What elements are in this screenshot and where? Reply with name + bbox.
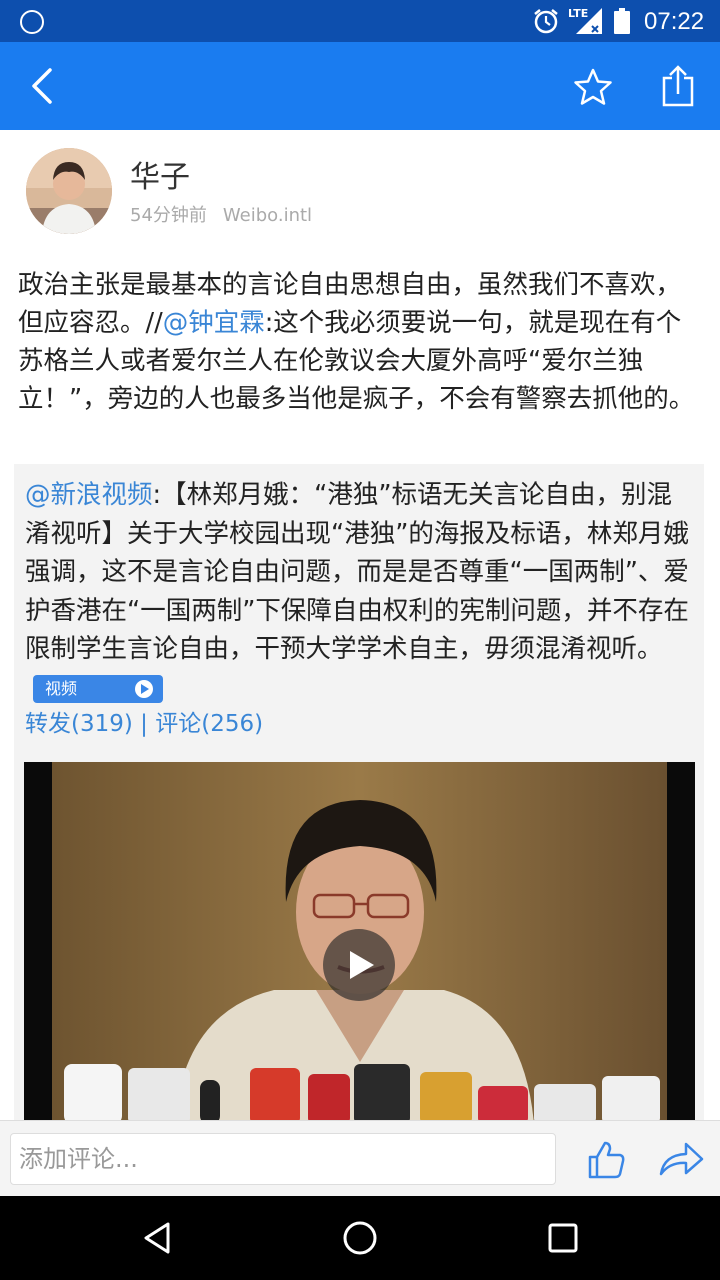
stats-separator: | xyxy=(132,711,156,737)
comment-input[interactable] xyxy=(10,1133,556,1185)
quoted-mention-link[interactable]: @新浪视频 xyxy=(25,480,153,510)
share-icon[interactable] xyxy=(660,64,696,108)
post-text: 政治主张是最基本的言论自由思想自由，虽然我们不喜欢，但应容忍。//@钟宜霖:这个… xyxy=(18,266,698,418)
status-time: 07:22 xyxy=(644,8,705,35)
comment-count-link[interactable]: 评论(256) xyxy=(155,711,263,737)
post-meta: 54分钟前 Weibo.intl xyxy=(130,201,312,227)
battery-icon xyxy=(614,8,630,34)
nav-recents-icon[interactable] xyxy=(545,1220,581,1256)
forward-icon[interactable] xyxy=(658,1141,704,1177)
user-name[interactable]: 华子 xyxy=(130,152,190,196)
nav-back-icon[interactable] xyxy=(140,1220,176,1256)
back-icon[interactable] xyxy=(26,66,58,106)
post-time: 54分钟前 xyxy=(130,205,207,226)
star-icon[interactable] xyxy=(573,67,613,107)
video-link-button[interactable]: 视频 xyxy=(33,674,163,703)
screen: LTE 07:22 华子 54分钟前 Weibo.intl 政治主张是最基本的言… xyxy=(0,0,720,1280)
mention-link[interactable]: @钟宜霖 xyxy=(163,308,265,338)
app-bar xyxy=(0,42,720,130)
quoted-post[interactable]: @新浪视频:【林郑月娥：“港独”标语无关言论自由，别混淆视听】关于大学校园出现“… xyxy=(14,464,704,1120)
like-icon[interactable] xyxy=(586,1139,626,1179)
quoted-text: @新浪视频:【林郑月娥：“港独”标语无关言论自由，别混淆视听】关于大学校园出现“… xyxy=(25,476,697,707)
notification-circle-icon xyxy=(20,10,44,34)
avatar[interactable] xyxy=(26,148,112,234)
status-bar: LTE 07:22 xyxy=(0,0,720,42)
system-nav-bar xyxy=(0,1196,720,1280)
quoted-stats: 转发(319) | 评论(256) xyxy=(25,704,263,738)
repost-count-link[interactable]: 转发(319) xyxy=(25,711,133,737)
network-type-label: LTE xyxy=(568,7,589,20)
post-detail: 华子 54分钟前 Weibo.intl 政治主张是最基本的言论自由思想自由，虽然我… xyxy=(0,130,720,1120)
post-source: Weibo.intl xyxy=(222,205,313,226)
play-circle-icon xyxy=(135,679,153,698)
comment-bar xyxy=(0,1120,720,1196)
video-play-icon[interactable] xyxy=(322,928,396,1002)
video-thumbnail[interactable] xyxy=(24,762,695,1120)
alarm-icon xyxy=(534,9,558,34)
video-tag-label: 视频 xyxy=(45,678,78,698)
nav-home-icon[interactable] xyxy=(342,1220,378,1256)
